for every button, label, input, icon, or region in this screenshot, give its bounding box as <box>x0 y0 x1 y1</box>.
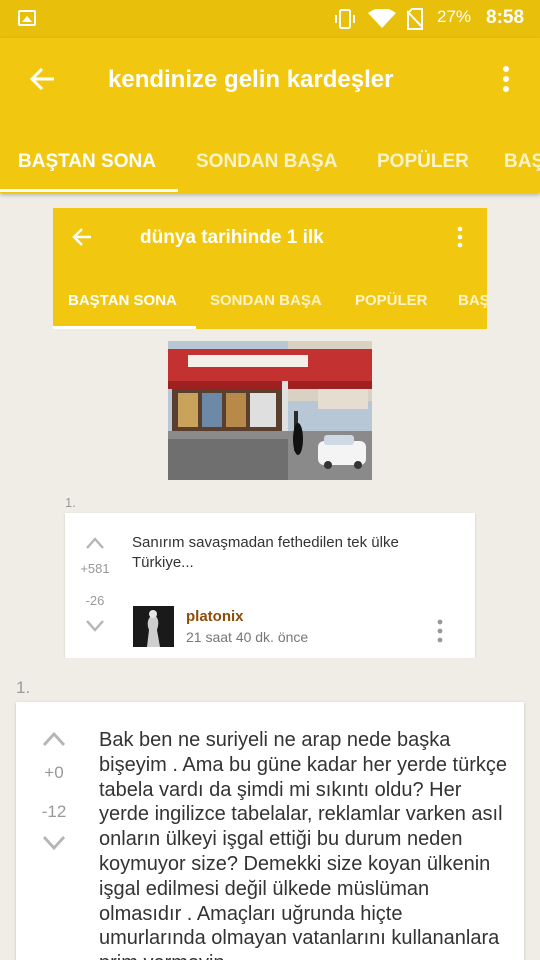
upvote-count: +0 <box>44 763 64 782</box>
upvote-count: +581 <box>80 561 110 576</box>
vibrate-icon <box>335 9 355 29</box>
status-bar: 27% 8:58 <box>0 0 540 38</box>
embedded-title: dünya tarihinde 1 ilk <box>140 227 324 248</box>
embedded-tab-bas: BAŞ <box>458 292 487 309</box>
active-tab-indicator <box>0 189 178 192</box>
tab-bas[interactable]: BAŞ <box>504 151 540 173</box>
downvote-icon <box>86 620 104 632</box>
street-photo <box>168 341 372 480</box>
more-options-icon[interactable] <box>496 64 516 94</box>
embedded-tab-bastan-sona: BAŞTAN SONA <box>68 292 177 309</box>
app-bar: kendinize gelin kardeşler BAŞTAN SONA SO… <box>0 38 540 193</box>
tab-populer[interactable]: POPÜLER <box>377 151 469 173</box>
entry-number: 1. <box>65 495 76 510</box>
downvote-icon[interactable] <box>41 834 67 852</box>
upvote-icon <box>86 537 104 549</box>
embedded-tab-indicator <box>53 326 196 329</box>
wifi-icon <box>368 9 396 28</box>
gallery-notification-icon <box>18 10 36 26</box>
clock: 8:58 <box>486 7 525 28</box>
upvote-icon[interactable] <box>41 730 67 748</box>
no-sim-icon <box>407 8 423 30</box>
embedded-entry-card: +581 -26 Sanırım savaşmadan fethedilen t… <box>65 513 475 658</box>
entry-card: +0 -12 Bak ben ne suriyeli ne arap nede … <box>16 702 524 960</box>
back-arrow-icon <box>72 228 91 246</box>
tab-bar: BAŞTAN SONA SONDAN BAŞA POPÜLER BAŞ <box>0 143 540 193</box>
embedded-tab-populer: POPÜLER <box>355 292 428 309</box>
entry-time: 21 saat 40 dk. önce <box>186 629 309 645</box>
entry-number: 1. <box>16 678 31 697</box>
battery-level: 27% <box>437 7 472 26</box>
back-arrow-icon[interactable] <box>28 64 58 94</box>
embedded-tab-sondan-basa: SONDAN BAŞA <box>210 292 322 309</box>
entry-text: Bak ben ne suriyeli ne arap nede başka b… <box>99 729 507 960</box>
entry-menu-icon <box>437 619 443 643</box>
embedded-app-bar: dünya tarihinde 1 ilk BAŞTAN SONA SONDAN… <box>53 208 487 329</box>
page-title: kendinize gelin kardeşler <box>108 66 394 93</box>
author-avatar <box>133 606 174 647</box>
embedded-screenshot: dünya tarihinde 1 ilk BAŞTAN SONA SONDAN… <box>53 208 487 658</box>
entry-text: Sanırım savaşmadan fethedilen tek ülke T… <box>132 534 399 571</box>
author-name: platonix <box>186 608 244 625</box>
tab-sondan-basa[interactable]: SONDAN BAŞA <box>196 151 337 173</box>
downvote-count: -12 <box>41 802 67 821</box>
more-options-icon <box>457 226 463 248</box>
tab-bastan-sona[interactable]: BAŞTAN SONA <box>18 151 156 173</box>
downvote-count: -26 <box>85 593 105 608</box>
